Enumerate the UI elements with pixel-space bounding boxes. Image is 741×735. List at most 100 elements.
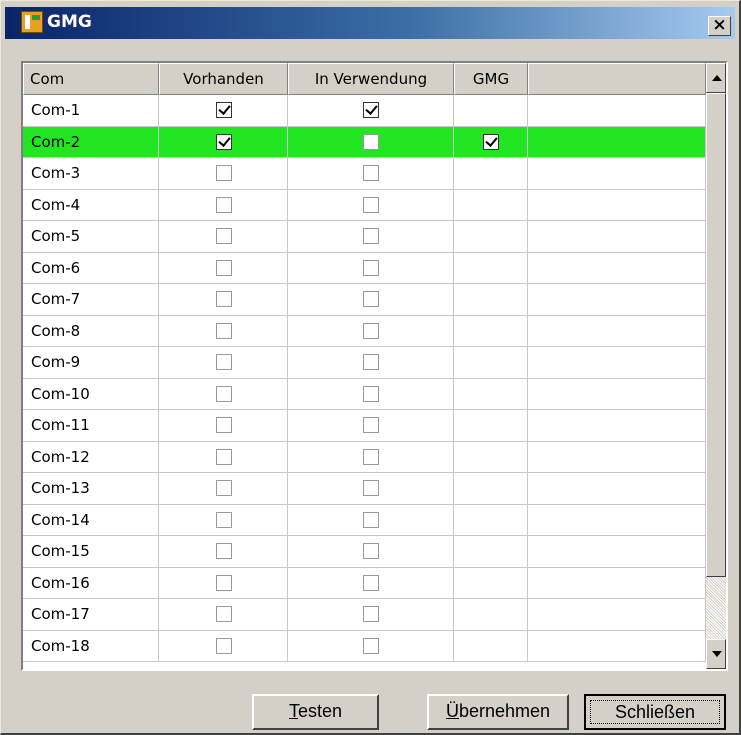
table-row[interactable]: Com-17 bbox=[23, 599, 706, 631]
table-row[interactable]: Com-13 bbox=[23, 473, 706, 505]
table-row[interactable]: Com-6 bbox=[23, 252, 706, 284]
empty-cell bbox=[528, 252, 706, 284]
scrollbar-thumb[interactable] bbox=[706, 93, 726, 577]
vertical-scrollbar[interactable] bbox=[706, 63, 726, 669]
unchecked-checkbox[interactable] bbox=[216, 259, 232, 276]
unchecked-checkbox[interactable] bbox=[363, 480, 379, 496]
unchecked-checkbox[interactable] bbox=[216, 228, 232, 244]
cell-in-verwendung bbox=[288, 630, 454, 662]
unchecked-checkbox[interactable] bbox=[216, 417, 232, 433]
checked-checkbox[interactable] bbox=[216, 102, 232, 118]
cell-in-verwendung bbox=[288, 410, 454, 442]
unchecked-checkbox[interactable] bbox=[363, 322, 379, 339]
cell-gmg bbox=[454, 599, 528, 631]
cell-vorhanden bbox=[159, 189, 288, 221]
com-label: Com-1 bbox=[23, 95, 159, 127]
empty-cell bbox=[528, 536, 706, 568]
com-port-table: Com Vorhanden In Verwendung GMG Com-1 Com… bbox=[21, 61, 728, 671]
cell-gmg bbox=[454, 473, 528, 505]
scroll-down-button[interactable] bbox=[706, 639, 726, 669]
empty-cell bbox=[528, 599, 706, 631]
schliessen-button[interactable]: Schließen bbox=[584, 694, 726, 730]
cell-gmg bbox=[454, 158, 528, 190]
unchecked-checkbox[interactable] bbox=[363, 448, 379, 465]
table-row[interactable]: Com-5 bbox=[23, 221, 706, 253]
uebernehmen-button[interactable]: Übernehmen bbox=[427, 694, 569, 730]
unchecked-checkbox[interactable] bbox=[363, 574, 379, 591]
unchecked-checkbox[interactable] bbox=[363, 228, 379, 244]
unchecked-checkbox[interactable] bbox=[216, 291, 232, 307]
unchecked-checkbox[interactable] bbox=[363, 606, 379, 622]
unchecked-checkbox[interactable] bbox=[216, 448, 232, 465]
com-label: Com-8 bbox=[23, 315, 159, 347]
column-header-vorhanden[interactable]: Vorhanden bbox=[159, 63, 288, 95]
table-row[interactable]: Com-1 bbox=[23, 95, 706, 127]
unchecked-checkbox[interactable] bbox=[363, 543, 379, 559]
table-row[interactable]: Com-15 bbox=[23, 536, 706, 568]
title-bar[interactable]: GMG bbox=[5, 7, 735, 39]
scroll-up-button[interactable] bbox=[706, 63, 726, 93]
empty-cell bbox=[528, 189, 706, 221]
unchecked-checkbox[interactable] bbox=[363, 291, 379, 307]
table-row[interactable]: Com-3 bbox=[23, 158, 706, 190]
cell-in-verwendung bbox=[288, 189, 454, 221]
table-row[interactable]: Com-2 bbox=[23, 126, 706, 158]
checked-checkbox[interactable] bbox=[363, 102, 379, 118]
unchecked-checkbox[interactable] bbox=[363, 637, 379, 654]
scroll-up-arrow-icon bbox=[712, 75, 722, 81]
unchecked-checkbox[interactable] bbox=[216, 606, 232, 622]
com-label: Com-10 bbox=[23, 378, 159, 410]
unchecked-checkbox[interactable] bbox=[216, 385, 232, 402]
cell-gmg bbox=[454, 347, 528, 379]
checked-checkbox[interactable] bbox=[483, 133, 499, 150]
cell-vorhanden bbox=[159, 284, 288, 316]
cell-vorhanden bbox=[159, 126, 288, 158]
cell-in-verwendung bbox=[288, 158, 454, 190]
table-row[interactable]: Com-12 bbox=[23, 441, 706, 473]
unchecked-checkbox[interactable] bbox=[216, 165, 232, 181]
unchecked-checkbox[interactable] bbox=[216, 196, 232, 213]
unchecked-checkbox[interactable] bbox=[363, 259, 379, 276]
column-header-gmg[interactable]: GMG bbox=[454, 63, 528, 95]
unchecked-checkbox[interactable] bbox=[363, 417, 379, 433]
unchecked-checkbox[interactable] bbox=[363, 133, 379, 150]
scrollbar-track[interactable] bbox=[706, 577, 726, 639]
cell-in-verwendung bbox=[288, 536, 454, 568]
table-row[interactable]: Com-10 bbox=[23, 378, 706, 410]
table-row[interactable]: Com-14 bbox=[23, 504, 706, 536]
cell-vorhanden bbox=[159, 158, 288, 190]
column-header-com[interactable]: Com bbox=[23, 63, 159, 95]
unchecked-checkbox[interactable] bbox=[363, 354, 379, 370]
close-button[interactable]: × bbox=[708, 16, 731, 36]
cell-gmg bbox=[454, 378, 528, 410]
cell-vorhanden bbox=[159, 378, 288, 410]
table-row[interactable]: Com-4 bbox=[23, 189, 706, 221]
checked-checkbox[interactable] bbox=[216, 133, 232, 150]
table-row[interactable]: Com-16 bbox=[23, 567, 706, 599]
unchecked-checkbox[interactable] bbox=[216, 322, 232, 339]
table-row[interactable]: Com-8 bbox=[23, 315, 706, 347]
table-row[interactable]: Com-11 bbox=[23, 410, 706, 442]
com-label: Com-18 bbox=[23, 630, 159, 662]
com-label: Com-16 bbox=[23, 567, 159, 599]
unchecked-checkbox[interactable] bbox=[216, 543, 232, 559]
column-header-in-verwendung[interactable]: In Verwendung bbox=[288, 63, 454, 95]
unchecked-checkbox[interactable] bbox=[363, 165, 379, 181]
table-row[interactable]: Com-9 bbox=[23, 347, 706, 379]
unchecked-checkbox[interactable] bbox=[216, 574, 232, 591]
empty-cell bbox=[528, 315, 706, 347]
unchecked-checkbox[interactable] bbox=[363, 196, 379, 213]
testen-button[interactable]: Testen bbox=[252, 694, 379, 730]
table-row[interactable]: Com-18 bbox=[23, 630, 706, 662]
unchecked-checkbox[interactable] bbox=[216, 354, 232, 370]
unchecked-checkbox[interactable] bbox=[216, 637, 232, 654]
cell-in-verwendung bbox=[288, 126, 454, 158]
com-label: Com-13 bbox=[23, 473, 159, 505]
table-row[interactable]: Com-7 bbox=[23, 284, 706, 316]
unchecked-checkbox[interactable] bbox=[363, 511, 379, 528]
close-icon: × bbox=[712, 15, 727, 35]
unchecked-checkbox[interactable] bbox=[363, 385, 379, 402]
cell-gmg bbox=[454, 189, 528, 221]
unchecked-checkbox[interactable] bbox=[216, 480, 232, 496]
unchecked-checkbox[interactable] bbox=[216, 511, 232, 528]
